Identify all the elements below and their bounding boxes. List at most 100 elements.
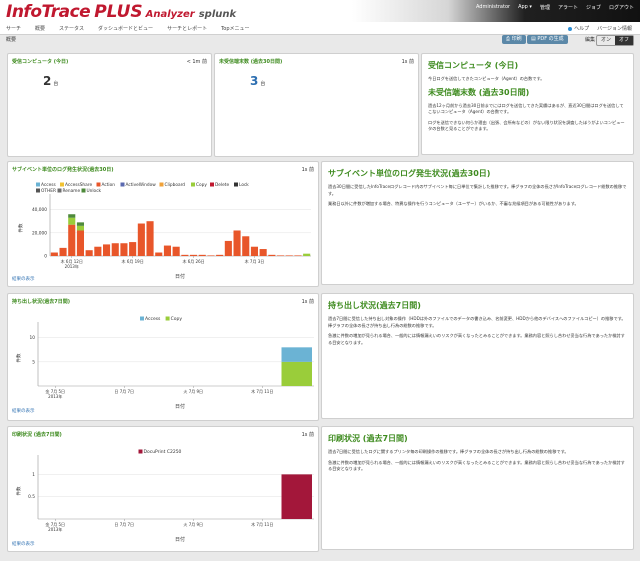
- help-link[interactable]: ヘルプ: [568, 25, 589, 32]
- legend-swatch: [138, 449, 143, 454]
- bar-segment: [250, 246, 258, 256]
- y-tick-label: 10: [30, 335, 36, 341]
- bar-segment: [181, 254, 189, 256]
- legend-label: OTHER: [41, 188, 56, 194]
- subnav-search[interactable]: サーチ: [6, 25, 21, 32]
- legend-label: Copy: [171, 316, 183, 322]
- bar-segment: [68, 214, 76, 218]
- received-unit: 台: [53, 81, 59, 87]
- legend-swatch: [191, 182, 195, 187]
- bar-segment: [94, 246, 102, 256]
- subnav-dashboards[interactable]: ダッシュボードとビュー: [98, 25, 153, 32]
- legend-label: Lock: [239, 182, 249, 188]
- y-tick-label: 1: [32, 472, 35, 478]
- edit-on-option[interactable]: オン: [597, 36, 615, 45]
- bar-segment: [68, 217, 76, 225]
- y-axis-label: 件数: [15, 486, 22, 495]
- bar-segment: [120, 243, 128, 256]
- panel-refresh-badge: 1s 前: [401, 59, 414, 65]
- edit-toggle[interactable]: オン オフ: [596, 35, 635, 46]
- legend-label: Rename: [63, 188, 81, 194]
- legend-label: AccessShare: [65, 182, 92, 188]
- takeout-chart: Access Copy510件数日付金 7月 5日2013年日 7月 7日火 7月…: [15, 316, 314, 410]
- info-text: 過去7日間に受信したログに関するプリンタ毎の印刷操作の推移です。棒グラフの全体の…: [328, 449, 569, 454]
- x-tick-label: 日 7月 7日: [114, 522, 134, 527]
- bar-segment: [76, 222, 84, 226]
- info-text: ログを送信できない何らか理由（出張、会所有などの）がない限り状況を調査したほうが…: [428, 119, 625, 132]
- bar-segment: [68, 224, 76, 256]
- show-results-link[interactable]: 結果の表示: [12, 541, 35, 547]
- bar-segment: [50, 252, 58, 256]
- nav-alert[interactable]: アラート: [558, 4, 578, 11]
- bar-segment: [103, 244, 111, 256]
- help-label: ヘルプ: [574, 26, 590, 32]
- legend-swatch: [165, 316, 170, 321]
- info-text: 急激に件数の増加が見られる場合、一般的には情報漏えいのリスクが高くなったとみるこ…: [328, 333, 625, 345]
- print-status-panel: 印刷状況 (過去7日間) 1s 前 DocuPrint C2250 0.5 1 件数日…: [7, 426, 319, 552]
- info-text: 急激に件数の増加が見られる場合、一般的には情報漏えいのリスクが高くなったとみるこ…: [328, 459, 625, 472]
- legend-label: DocuPrint C2250: [144, 449, 182, 455]
- received-count: 2台: [43, 74, 58, 88]
- takeout-panel: 持ち出し状況(過去7日間) 1s 前 Access Copy 5 10 件数 日付金 7月…: [7, 293, 319, 421]
- bar-segment: [76, 230, 84, 256]
- legend-swatch: [120, 182, 125, 187]
- x-tick-label: 2013年: [48, 393, 62, 399]
- bar-segment: [59, 247, 67, 256]
- logo-plus: PLUS: [94, 2, 143, 22]
- page-toolbar: 概要 ⎙ 印刷 ▤ PDF の生成 編集： オン オフ: [0, 35, 640, 46]
- nav-manage[interactable]: 管理: [540, 4, 550, 11]
- bar-segment: [242, 236, 250, 256]
- x-tick-label: 木 7月 11日: [251, 388, 273, 394]
- app-logo[interactable]: InfoTrace PLUS Analyzer splunk: [6, 2, 236, 22]
- panel-title: 未受信端末数 (過去30日間): [219, 59, 283, 65]
- subnav-top-menu[interactable]: Topメニュー: [221, 25, 249, 32]
- y-axis-label: 件数: [15, 353, 22, 362]
- x-tick-label: 木 7月 11日: [251, 521, 273, 527]
- x-axis-label: 日付: [175, 403, 185, 410]
- unreceived-value: 3: [250, 74, 259, 88]
- subevent-panel: サブイベント単位のログ発生状況(過去30日) 1s 前 Access Access…: [7, 161, 319, 287]
- bar-segment: [190, 254, 198, 256]
- bar-segment: [281, 474, 312, 519]
- panel-refresh-badge: 1s 前: [301, 167, 314, 173]
- legend-swatch: [96, 182, 101, 187]
- bar-segment: [172, 246, 180, 256]
- bar-segment: [281, 361, 312, 386]
- bar-segment: [303, 253, 311, 256]
- legend-swatch: [140, 316, 144, 321]
- received-value: 2: [43, 74, 52, 88]
- subnav-search-reports[interactable]: サーチとレポート: [167, 25, 207, 32]
- nav-jobs[interactable]: ジョブ: [586, 4, 601, 11]
- user-name[interactable]: Administrator: [476, 4, 510, 11]
- legend-label: ActiveWindow: [126, 182, 157, 188]
- bar-segment: [268, 254, 276, 256]
- bar-segment: [76, 225, 84, 231]
- top-nav: Administrator App ▾ 管理 アラート ジョブ ログアウト: [476, 4, 634, 11]
- nav-app[interactable]: App ▾: [518, 4, 532, 11]
- legend-swatch: [159, 182, 164, 187]
- bar-segment: [285, 255, 293, 256]
- pdf-button[interactable]: ▤ PDF の生成: [527, 35, 568, 44]
- y-tick-label: 0: [44, 254, 47, 260]
- nav-logout[interactable]: ログアウト: [609, 4, 634, 11]
- help-dot-icon: [568, 26, 573, 31]
- legend-swatch: [234, 182, 238, 187]
- print-button[interactable]: ⎙ 印刷: [502, 35, 526, 44]
- show-results-link[interactable]: 結果の表示: [12, 276, 35, 282]
- version-link[interactable]: バージョン情報: [597, 25, 632, 32]
- info-text: 過去7日間に受信した持ち出し対象の操作（HDDは外のファイルでのデータの書き込み…: [328, 316, 626, 328]
- received-computers-panel: 受信コンピュータ (今日) < 1m 前 2台: [7, 53, 212, 157]
- legend-label: Access: [145, 316, 161, 322]
- legend-swatch: [210, 182, 214, 187]
- show-results-link[interactable]: 結果の表示: [12, 408, 35, 414]
- subevent-chart: Access AccessShare Action ActiveWindow Clipb…: [17, 182, 311, 280]
- x-tick-label: 木 7月 3日: [245, 258, 265, 264]
- y-tick-label: 20,000: [32, 230, 47, 236]
- subnav-status[interactable]: ステータス: [59, 25, 84, 32]
- edit-off-option[interactable]: オフ: [615, 36, 634, 45]
- legend-label: Action: [102, 182, 116, 188]
- info-text: 過去30日間に受信したInfoTraceログレコード内のサブイベント毎に日単位で…: [328, 184, 627, 196]
- subnav-overview[interactable]: 概要: [35, 25, 45, 32]
- legend-swatch: [36, 188, 40, 193]
- bar-segment: [85, 250, 93, 256]
